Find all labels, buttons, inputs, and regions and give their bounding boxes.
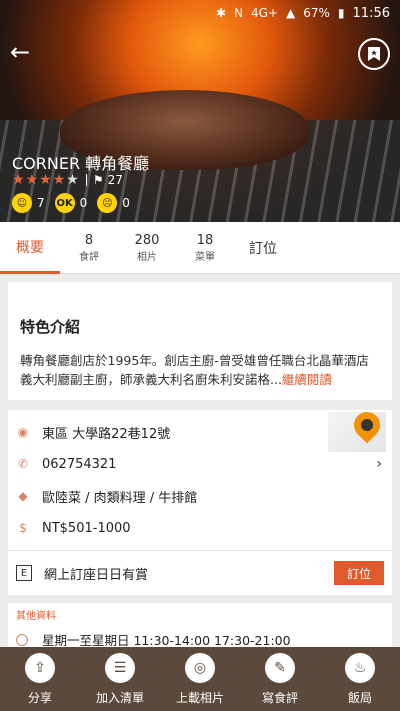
back-arrow-icon[interactable]: ← xyxy=(10,40,38,68)
smile-face-icon: ☺ xyxy=(12,193,32,213)
bookmark-icon xyxy=(368,47,380,61)
camera-icon: ◎ xyxy=(185,652,215,683)
add-list-icon: ☰ xyxy=(105,652,135,683)
price-icon: $ xyxy=(19,521,27,535)
intro-card: 特色介紹 轉角餐廳創店於1995年。創店主廚-曾受雄曾任職台北晶華酒店義大利廳副… xyxy=(8,282,392,400)
network-label: 4G+ xyxy=(251,6,279,20)
other-info-title: 其他資料 xyxy=(16,611,56,622)
bluetooth-icon: ✱ xyxy=(215,6,227,20)
price-row: $ NT$501-1000 xyxy=(8,514,392,542)
tag-icon: ◆ xyxy=(18,489,28,503)
intro-body: 轉角餐廳創店於1995年。創店主廚-曾受雄曾任職台北晶華酒店義大利廳副主廚，師承… xyxy=(20,353,369,387)
ok-face-icon: OK xyxy=(54,193,75,213)
sad-face-icon: ☹ xyxy=(97,193,118,213)
nfc-icon: N xyxy=(234,6,244,20)
restaurant-icon: ♨ xyxy=(345,652,375,683)
tab-reservation[interactable]: 訂位 xyxy=(234,222,292,274)
tab-overview[interactable]: 概要 xyxy=(0,222,60,274)
other-info-card: 其他資料 星期一至星期日 11:30-14:00 17:30-21:00 xyxy=(8,603,392,648)
rating-row: ★ ★ ★ ★ ★ ⚑ 27 xyxy=(12,172,123,188)
tab-bar: 概要 8 食評 280 相片 18 菜單 訂位 xyxy=(0,222,400,274)
phone-row[interactable]: ✆ 062754321 › xyxy=(8,450,392,478)
clock-icon xyxy=(16,633,28,646)
tab-menu[interactable]: 18 菜單 xyxy=(176,222,234,274)
phone-icon: ✆ xyxy=(17,457,29,471)
star-empty-icon: ★ xyxy=(66,172,79,188)
reserve-button[interactable]: 訂位 xyxy=(334,561,384,585)
write-review-button[interactable]: ✎ 寫食評 xyxy=(240,652,320,706)
location-icon: ◉ xyxy=(17,425,29,439)
tab-photos[interactable]: 280 相片 xyxy=(118,222,176,274)
share-icon: ⇪ xyxy=(25,652,55,683)
share-button[interactable]: ⇪ 分享 xyxy=(0,652,80,706)
hero-image: ✱ N 4G+ ▲ 67% ▮ 11:56 ← CORNER 轉角餐廳 ★ ★ … xyxy=(0,0,400,222)
smile-count: 7 xyxy=(37,196,45,210)
bookmark-count: 27 xyxy=(107,173,123,187)
battery-percent: 67% xyxy=(303,6,330,20)
star-icon: ★ xyxy=(12,172,25,188)
reactions-row: ☺ 7 OK 0 ☹ 0 xyxy=(12,193,140,213)
bottom-action-bar: ⇪ 分享 ☰ 加入清單 ◎ 上載相片 ✎ 寫食評 ♨ 飯局 xyxy=(0,647,400,711)
dining-party-button[interactable]: ♨ 飯局 xyxy=(320,652,400,706)
status-bar: ✱ N 4G+ ▲ 67% ▮ 11:56 xyxy=(0,0,400,26)
ok-count: 0 xyxy=(79,196,88,210)
signal-icon: ▲ xyxy=(286,6,296,20)
add-to-list-button[interactable]: ☰ 加入清單 xyxy=(80,652,160,706)
bookmark-small-icon: ⚑ xyxy=(92,173,104,187)
star-icon: ★ xyxy=(25,172,39,188)
map-thumbnail[interactable] xyxy=(328,406,386,452)
clock: 11:56 xyxy=(352,5,390,21)
chevron-right-icon: › xyxy=(376,456,382,472)
online-reservation-row: E 網上訂座日日有賞 訂位 xyxy=(8,550,392,595)
sad-count: 0 xyxy=(122,196,130,210)
info-card: ◉ 東區 大學路22巷12號 ✆ 062754321 › ◆ 歐陸菜 / 肉類料… xyxy=(8,406,392,595)
reservation-logo-icon: E xyxy=(16,565,32,581)
cuisine-row: ◆ 歐陸菜 / 肉類料理 / 牛排館 xyxy=(8,482,392,510)
restaurant-name: CORNER 轉角餐廳 xyxy=(12,154,150,173)
divider xyxy=(85,174,87,186)
upload-photo-button[interactable]: ◎ 上載相片 xyxy=(160,652,240,706)
intro-title: 特色介紹 xyxy=(20,318,81,336)
read-more-link[interactable]: 繼續閱讀 xyxy=(282,372,332,387)
bookmark-button[interactable] xyxy=(358,38,390,70)
tab-reviews[interactable]: 8 食評 xyxy=(60,222,118,274)
star-icon: ★ xyxy=(39,172,52,188)
battery-icon: ▮ xyxy=(337,6,345,20)
star-icon: ★ xyxy=(52,172,66,188)
write-review-icon: ✎ xyxy=(265,652,295,683)
